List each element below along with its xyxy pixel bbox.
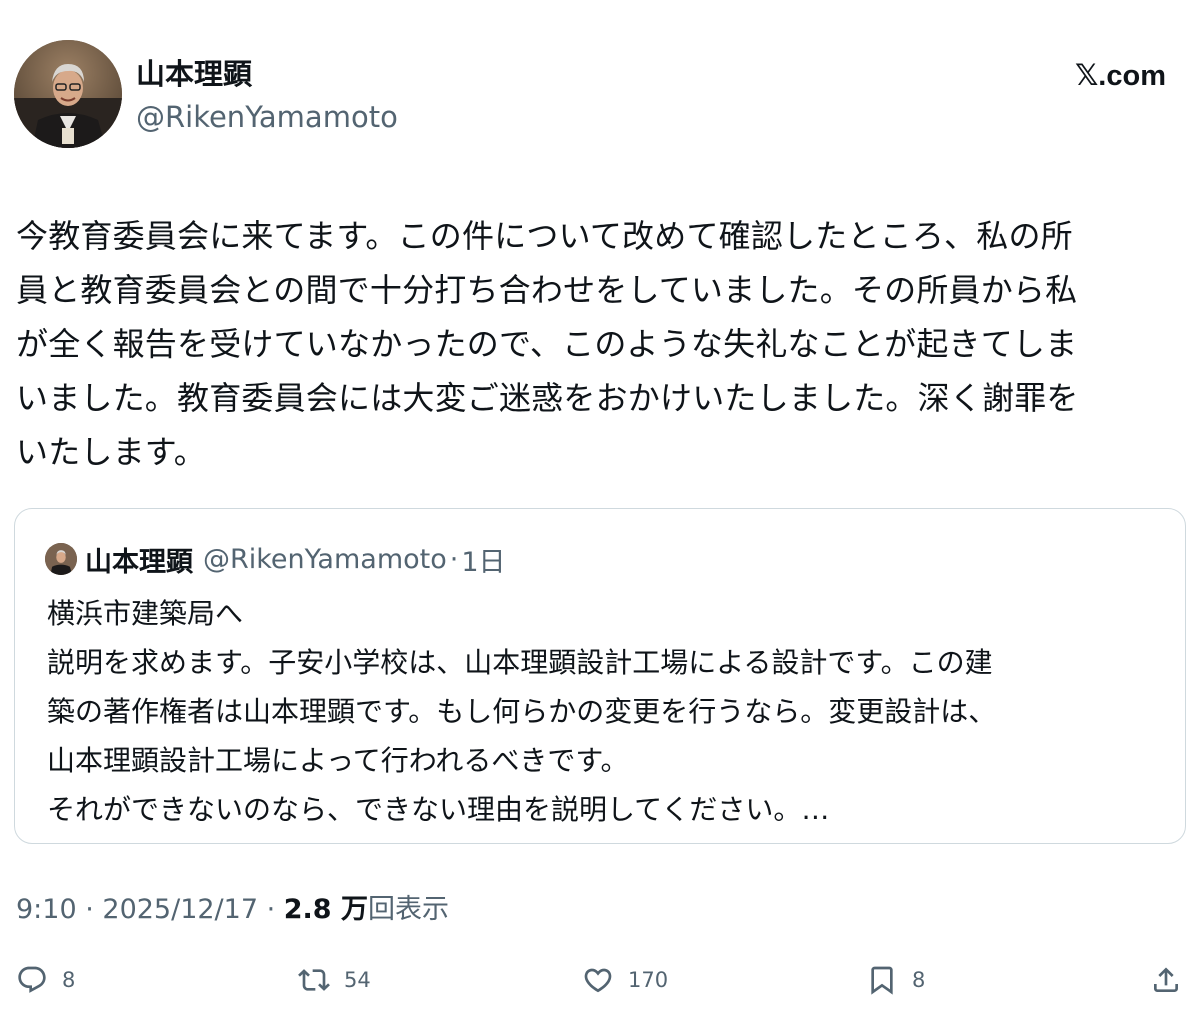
views-label: 回表示 xyxy=(368,894,449,925)
bookmark-count: 8 xyxy=(912,968,926,992)
meta-separator: · xyxy=(76,894,103,925)
quoted-text-line: 山本理顕設計工場によって行われるべきです。 xyxy=(47,744,629,777)
tweet-screenshot: 山本理顕 @RikenYamamoto 𝕏.com 今教育委員会に来てます。この… xyxy=(0,0,1200,1023)
quoted-text-line: それができないのなら、できない理由を説明してください。… xyxy=(47,793,830,826)
quoted-avatar-photo xyxy=(45,543,77,575)
author-handle[interactable]: @RikenYamamoto xyxy=(136,99,398,135)
repost-button[interactable]: 54 xyxy=(298,960,371,1000)
like-count: 170 xyxy=(628,968,669,992)
reply-button[interactable]: 8 xyxy=(16,960,75,1000)
quoted-tweet-card[interactable]: 山本理顕 @RikenYamamoto · 1日 横浜市建築局へ 説明を求めます… xyxy=(14,508,1186,844)
share-button[interactable] xyxy=(1150,960,1196,1000)
repost-icon xyxy=(298,969,330,991)
tweet-text-line: が全く報告を受けていなかったので、このような失礼なことが起きてしま xyxy=(16,325,1078,363)
quoted-separator: · xyxy=(449,543,459,575)
like-button[interactable]: 170 xyxy=(582,960,668,1000)
tweet-date[interactable]: 2025/12/17 xyxy=(102,894,258,925)
avatar-photo xyxy=(14,40,122,148)
quoted-tweet-header: 山本理顕 @RikenYamamoto · 1日 xyxy=(45,539,506,579)
tweet-text-line: いました。教育委員会には大変ご迷惑をおかけいたしました。深く謝罪を xyxy=(16,379,1079,417)
tweet-text: 今教育委員会に来てます。この件について改めて確認したところ、私の所 員と教育委員… xyxy=(16,209,1188,479)
quoted-author-avatar xyxy=(45,543,77,575)
reply-icon xyxy=(18,966,46,993)
bookmark-button[interactable]: 8 xyxy=(866,960,925,1000)
author-name[interactable]: 山本理顕 xyxy=(136,56,252,92)
reply-count: 8 xyxy=(62,968,76,992)
tweet-time[interactable]: 9:10 xyxy=(16,894,77,925)
tweet-text-line: 今教育委員会に来てます。この件について改めて確認したところ、私の所 xyxy=(16,217,1073,255)
quoted-author-handle: @RikenYamamoto xyxy=(203,543,447,575)
x-logo: 𝕏.com xyxy=(1074,60,1166,92)
share-icon xyxy=(1154,967,1178,992)
quoted-author-name: 山本理顕 xyxy=(85,546,193,578)
meta-separator: · xyxy=(258,894,284,925)
tweet-text-line: 員と教育委員会との間で十分打ち合わせをしていました。その所員から私 xyxy=(16,271,1078,309)
quoted-tweet-text: 横浜市建築局へ 説明を求めます。子安小学校は、山本理顕設計工場による設計です。こ… xyxy=(47,589,1157,834)
tweet-meta: 9:10 · 2025/12/17 · 2.8 万回表示 xyxy=(16,890,449,930)
bookmark-icon xyxy=(871,966,893,995)
heart-icon xyxy=(584,968,612,993)
quoted-text-line: 説明を求めます。子安小学校は、山本理顕設計工場による設計です。この建 xyxy=(47,646,993,679)
tweet-text-line: いたします。 xyxy=(16,433,207,471)
quoted-timestamp: 1日 xyxy=(461,546,506,578)
author-avatar[interactable] xyxy=(14,40,122,148)
repost-count: 54 xyxy=(344,968,371,992)
quoted-text-line: 築の著作権者は山本理顕です。もし何らかの変更を行うなら。変更設計は、 xyxy=(47,695,997,728)
quoted-text-line: 横浜市建築局へ xyxy=(47,597,244,630)
views-count: 2.8 万 xyxy=(283,894,368,925)
